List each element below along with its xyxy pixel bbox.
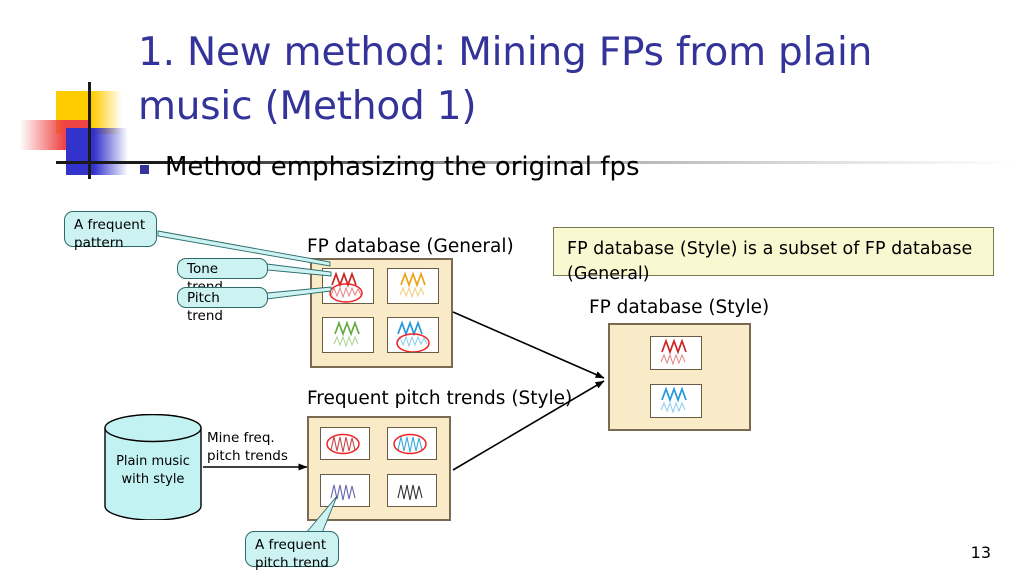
pitch-trend-card-red[interactable] [320,427,370,460]
note-subset-box: FP database (Style) is a subset of FP da… [553,227,994,284]
page-title: 1. New method: Mining FPs from plain mus… [138,30,873,129]
cylinder-label: Plain music with style [116,454,190,487]
bullet-text: Method emphasizing the original fps [165,152,640,182]
logo-blue-rect [66,128,128,175]
bullet-square-icon [140,165,149,174]
logo-vertical-rule [88,82,91,179]
callout-pitch-trend[interactable]: Pitch trend [177,287,268,324]
bullet-row: Method emphasizing the original fps [140,152,640,182]
fp-general-card-blue[interactable] [387,317,439,353]
page-number: 13 [970,543,991,562]
pitch-trend-card-purple[interactable] [320,474,370,507]
fp-general-card-orange[interactable] [387,268,439,304]
plain-music-cylinder: Plain music with style [103,414,203,520]
slide-logo-decoration [14,72,1016,182]
mine-freq-pitch-trends-label: Mine freq. pitch trends [207,430,288,465]
callout-a-frequent-pitch-trend[interactable]: A frequent pitch trend [245,531,339,571]
fp-style-card-blue[interactable] [650,384,702,418]
arrow-general-to-style [452,311,605,379]
label-fp-database-general: FP database (General) [307,236,514,257]
callout-a-frequent-pattern[interactable]: A frequent pattern [64,211,157,251]
pitch-trend-card-black[interactable] [387,474,437,507]
fp-style-card-red[interactable] [650,336,702,370]
fp-general-card-red[interactable] [322,268,374,304]
label-fp-database-style: FP database (Style) [589,297,770,318]
fp-general-card-green[interactable] [322,317,374,353]
label-frequent-pitch-trends-style: Frequent pitch trends (Style) [307,388,573,409]
callout-tone-trend[interactable]: Tone trend [177,258,268,295]
pitch-trend-card-blue[interactable] [387,427,437,460]
